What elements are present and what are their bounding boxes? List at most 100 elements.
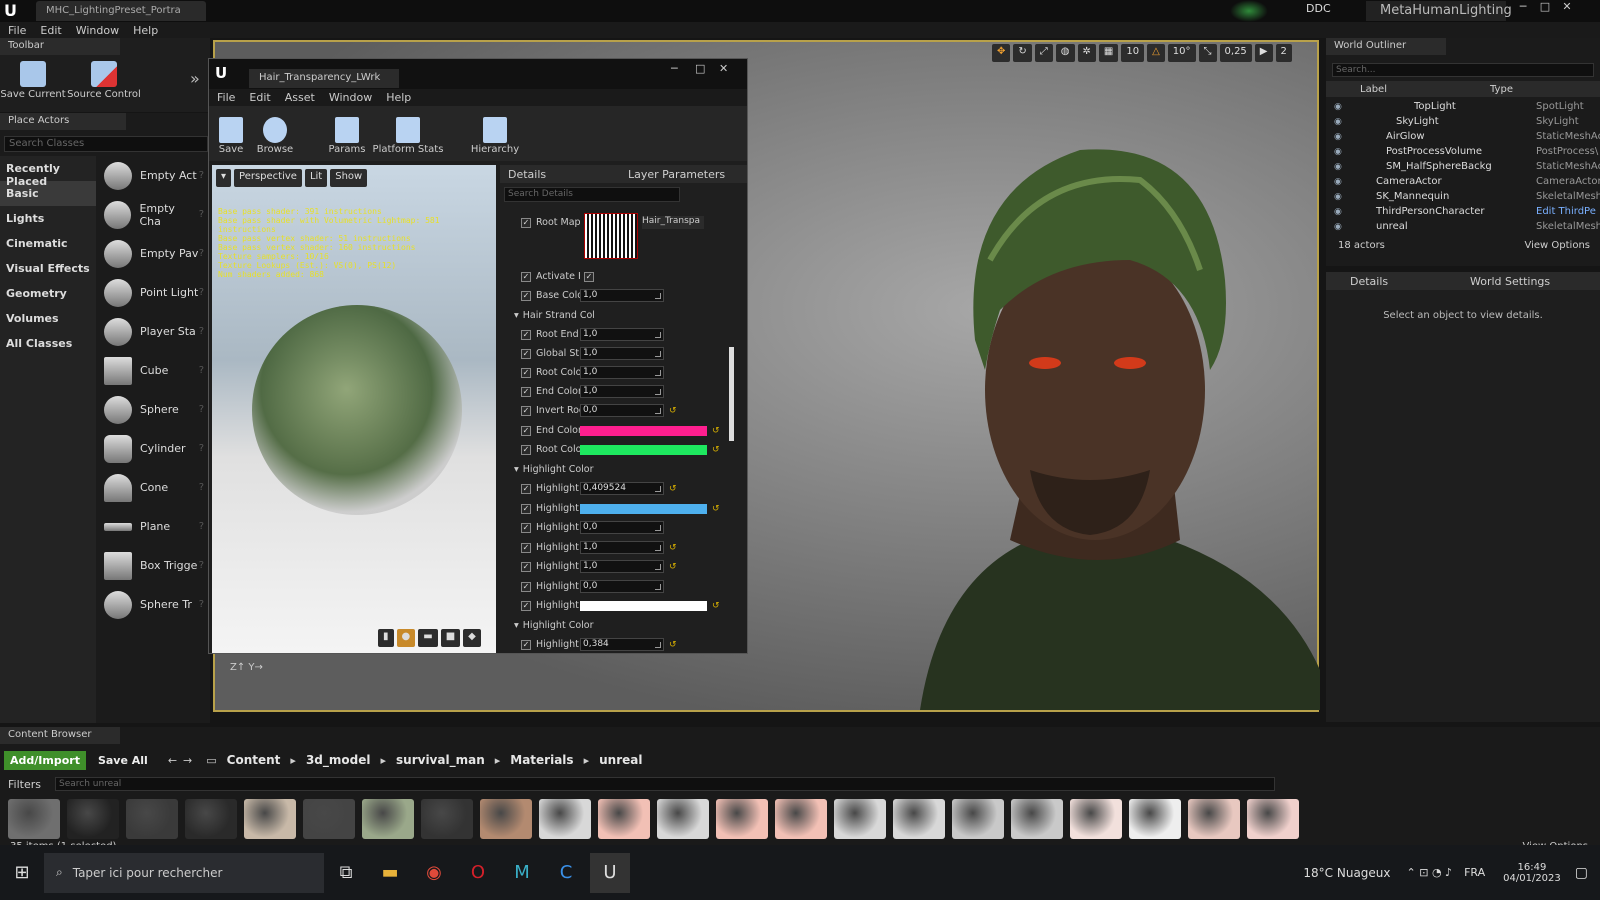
category-visual-effects[interactable]: Visual Effects	[0, 256, 96, 281]
browse-button[interactable]: Browse	[253, 113, 297, 155]
table-row[interactable]: ◉ SK_Mannequin SkeletalMesh	[1326, 189, 1600, 204]
reset-icon[interactable]: ↺	[669, 406, 677, 416]
clock[interactable]: 16:49 04/01/2023	[1503, 862, 1561, 884]
list-item[interactable]: Player Sta?	[98, 312, 210, 351]
category-volumes[interactable]: Volumes	[0, 306, 96, 331]
grid-snap-icon[interactable]: ▦	[1098, 44, 1119, 62]
taskbar-search[interactable]: ⌕ Taper ici pour rechercher	[44, 852, 324, 893]
breadcrumb-content[interactable]: Content	[227, 753, 281, 767]
world-outliner-tab[interactable]: World Outliner	[1326, 38, 1446, 55]
checkbox[interactable]: ✓	[521, 348, 531, 359]
table-row[interactable]: ◉ TopLight SpotLight	[1326, 99, 1600, 114]
checkbox[interactable]: ✓	[521, 483, 531, 494]
tab-details[interactable]: Details	[508, 168, 628, 181]
help-icon[interactable]: ?	[199, 560, 204, 571]
checkbox[interactable]: ✓	[521, 503, 531, 514]
visibility-icon[interactable]: ◉	[1334, 117, 1350, 127]
help-icon[interactable]: ?	[199, 209, 204, 220]
filters-button[interactable]: Filters	[8, 778, 41, 791]
place-actors-tab[interactable]: Place Actors	[0, 113, 126, 130]
activate-checkbox[interactable]: ✓	[584, 271, 594, 282]
app-c-icon[interactable]: C	[546, 853, 586, 893]
level-tab[interactable]: MHC_LightingPreset_Portra	[36, 1, 206, 21]
checkbox[interactable]: ✓	[521, 561, 531, 572]
list-item[interactable]: Cube?	[98, 351, 210, 390]
list-item[interactable]: Empty Act?	[98, 156, 210, 195]
asset-thumbnail[interactable]	[303, 799, 355, 839]
tab-layer-parameters[interactable]: Layer Parameters	[628, 168, 725, 181]
language-indicator[interactable]: FRA	[1464, 866, 1485, 879]
asset-thumbnail[interactable]	[598, 799, 650, 839]
add-import-button[interactable]: Add/Import	[4, 750, 86, 770]
help-icon[interactable]: ?	[199, 404, 204, 415]
menu-asset[interactable]: Asset	[285, 91, 315, 104]
tab-details[interactable]: Details	[1350, 275, 1450, 288]
asset-thumbnail[interactable]	[1129, 799, 1181, 839]
category-geometry[interactable]: Geometry	[0, 281, 96, 306]
camera-speed-icon[interactable]: ▶	[1254, 44, 1273, 62]
list-item[interactable]: Empty Cha?	[98, 195, 210, 234]
table-row[interactable]: ◉ SM_HalfSphereBackg StaticMeshAc	[1326, 159, 1600, 174]
content-browser-tab[interactable]: Content Browser	[0, 727, 120, 744]
asset-search-input[interactable]: Search unreal	[54, 777, 1275, 791]
lit-button[interactable]: Lit	[304, 169, 328, 187]
params-button[interactable]: Params	[325, 113, 369, 155]
scale-snap-icon[interactable]: ⤡	[1198, 44, 1217, 62]
menu-edit[interactable]: Edit	[249, 91, 270, 104]
system-tray-icon[interactable]: ⌃ ⊡ ◔ ♪	[1407, 866, 1453, 879]
value-field[interactable]: 0,409524	[580, 482, 664, 495]
column-label[interactable]: Label	[1360, 84, 1490, 95]
asset-thumbnail[interactable]	[657, 799, 709, 839]
section-highlight-color[interactable]: ▾ Highlight Color	[500, 460, 594, 479]
save-button[interactable]: Save	[209, 113, 253, 155]
windows-start-icon[interactable]: ⊞	[2, 853, 42, 893]
platform-stats-button[interactable]: Platform Stats	[369, 113, 447, 155]
hierarchy-button[interactable]: Hierarchy	[467, 113, 523, 155]
visibility-icon[interactable]: ◉	[1334, 207, 1350, 217]
reset-icon[interactable]: ↺	[712, 426, 720, 436]
visibility-icon[interactable]: ◉	[1334, 192, 1350, 202]
end-color-swatch[interactable]	[580, 425, 707, 436]
value-field[interactable]: 0,0	[580, 580, 664, 593]
checkbox[interactable]: ✓	[521, 522, 531, 533]
asset-thumbnail[interactable]	[539, 799, 591, 839]
visibility-icon[interactable]: ◉	[1334, 147, 1350, 157]
breadcrumb-materials[interactable]: Materials	[510, 753, 573, 767]
cube-icon[interactable]: ■	[440, 629, 461, 647]
source-control-button[interactable]: Source Control	[66, 57, 142, 100]
back-icon[interactable]: ←	[168, 754, 177, 767]
checkbox[interactable]: ✓	[521, 386, 531, 397]
show-button[interactable]: Show	[330, 169, 368, 187]
checkbox[interactable]: ✓	[521, 271, 531, 282]
menu-file[interactable]: File	[217, 91, 235, 104]
expand-toolbar-icon[interactable]: »	[190, 69, 200, 88]
cylinder-icon[interactable]: ▮	[378, 629, 394, 647]
category-recently-placed[interactable]: Recently Placed	[0, 156, 96, 188]
value-field[interactable]: 0,0	[580, 521, 664, 534]
help-icon[interactable]: ?	[199, 365, 204, 376]
minimize-icon[interactable]: ─	[1512, 0, 1534, 14]
save-current-button[interactable]: Save Current	[0, 57, 66, 100]
value-field[interactable]: 1,0	[580, 560, 664, 573]
value-field[interactable]: 1,0	[580, 328, 664, 341]
breadcrumb-3d-model[interactable]: 3d_model	[306, 753, 371, 767]
view-options-button[interactable]: View Options	[1525, 240, 1591, 251]
tab-world-settings[interactable]: World Settings	[1470, 275, 1550, 288]
list-item[interactable]: Cone?	[98, 468, 210, 507]
checkbox[interactable]: ✓	[521, 639, 531, 650]
camera-speed[interactable]: 2	[1275, 44, 1292, 62]
checkbox[interactable]: ✓	[521, 367, 531, 378]
table-row[interactable]: ◉ AirGlow StaticMeshAc	[1326, 129, 1600, 144]
table-row[interactable]: ◉ PostProcessVolume PostProcess\	[1326, 144, 1600, 159]
app-m-icon[interactable]: M	[502, 853, 542, 893]
weather[interactable]: 18°C Nuageux	[1303, 866, 1390, 880]
menu-help[interactable]: Help	[133, 24, 158, 37]
category-lights[interactable]: Lights	[0, 206, 96, 231]
details-search-input[interactable]: Search Details	[504, 187, 680, 202]
table-row[interactable]: ◉ CameraActor CameraActor	[1326, 174, 1600, 189]
checkbox[interactable]: ✓	[521, 405, 531, 416]
checkbox[interactable]: ✓	[521, 290, 531, 301]
breadcrumb-survival-man[interactable]: survival_man	[396, 753, 485, 767]
reset-icon[interactable]: ↺	[669, 640, 677, 650]
list-item[interactable]: Sphere?	[98, 390, 210, 429]
